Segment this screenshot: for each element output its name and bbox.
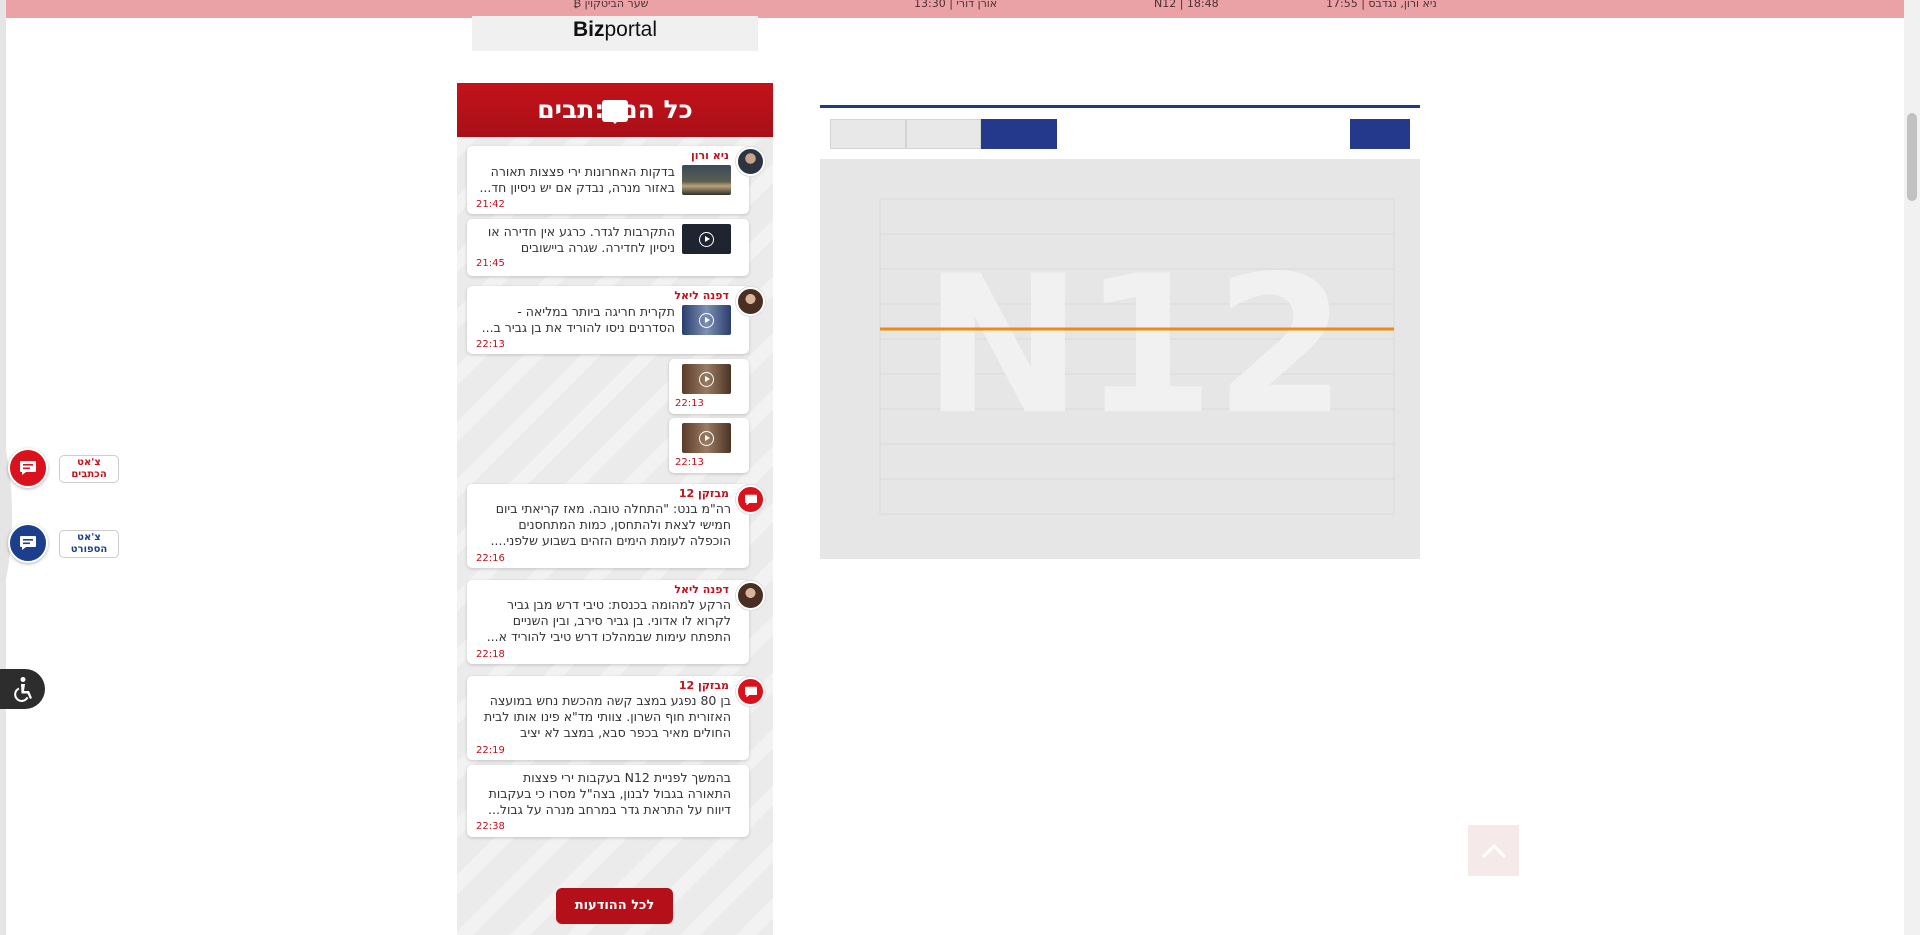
- chart-area: N12: [820, 159, 1420, 559]
- chart-tab[interactable]: [830, 119, 906, 149]
- chat-bubble-icon: [744, 494, 757, 505]
- message-text: הרקע למהומה בכנסת: טיבי דרש מבן גביר לקרו…: [486, 597, 731, 644]
- message-time: 22:13: [675, 398, 704, 409]
- message-time: 22:13: [476, 339, 505, 350]
- scrollbar-thumb[interactable]: [1907, 113, 1917, 201]
- message-time: 22:19: [476, 745, 505, 756]
- sports-chat-launcher[interactable]: צ'אט הספורט: [8, 523, 119, 563]
- ticker-item[interactable]: ניא ורון, נגדבס | 17:55: [1326, 0, 1437, 10]
- video-thumbnail[interactable]: [682, 364, 731, 394]
- message-author[interactable]: דפנה ליאל: [674, 583, 729, 596]
- message-text: בדקות האחרונות ירי פצצות תאורה באזור מנרה…: [479, 164, 675, 195]
- message-time: 22:18: [476, 649, 505, 660]
- chart-tab-active[interactable]: [981, 119, 1057, 149]
- message-time: 22:16: [476, 553, 505, 564]
- reporters-chat-label[interactable]: צ'אט הכתבים: [59, 455, 119, 483]
- accessibility-button[interactable]: [0, 669, 45, 709]
- chat-message[interactable]: 22:13: [669, 359, 749, 414]
- newsflash-avatar[interactable]: [736, 677, 765, 706]
- floating-chat-dock: [0, 415, 12, 615]
- back-to-top-button[interactable]: [1468, 825, 1519, 876]
- message-text: התקרבות לגדר. כרגע אין חדירה או ניסיון לח…: [487, 224, 675, 255]
- play-icon: [699, 371, 714, 387]
- newsflash-avatar[interactable]: [736, 485, 765, 514]
- message-text: בן 80 נפגע במצב קשה מהכשת נחש במועצה האזו…: [484, 693, 731, 740]
- chat-message[interactable]: 22:13: [669, 418, 749, 473]
- chat-message[interactable]: מבזקן 12 רה"מ בנט: "התחלה טובה. מאז קריא…: [467, 484, 749, 568]
- bizportal-logo: Bizportal: [572, 18, 658, 41]
- chat-message[interactable]: דפנה ליאל תקרית חריגה ביותר במליאה - הסדר…: [467, 286, 749, 354]
- chat-message[interactable]: בהמשך לפניית N12 בעקבות ירי פצצות התאורה …: [467, 765, 749, 837]
- bizportal-banner[interactable]: Bizportal: [472, 16, 758, 51]
- chat-message[interactable]: ניא ורון בדקות האחרונות ירי פצצות תאורה ב…: [467, 146, 749, 214]
- chat-message[interactable]: התקרבות לגדר. כרגע אין חדירה או ניסיון לח…: [467, 219, 749, 276]
- chat-message[interactable]: דפנה ליאל הרקע למהומה בכנסת: טיבי דרש מב…: [467, 580, 749, 664]
- ticker-item[interactable]: אורן דורי | 13:30: [914, 0, 997, 10]
- reporter-avatar[interactable]: [736, 287, 765, 316]
- message-author[interactable]: מבזקן 12: [679, 487, 729, 500]
- message-text: בהמשך לפניית N12 בעקבות ירי פצצות התאורה …: [488, 770, 731, 817]
- message-author[interactable]: ניא ורון: [691, 149, 729, 162]
- message-time: 21:45: [476, 258, 505, 269]
- chat-bubble-icon[interactable]: [8, 523, 48, 563]
- message-time: 22:38: [476, 821, 505, 832]
- reporter-avatar[interactable]: [736, 147, 765, 176]
- chart-tab[interactable]: [906, 119, 981, 149]
- message-author[interactable]: דפנה ליאל: [674, 289, 729, 302]
- play-icon: [699, 231, 714, 247]
- ticker-item[interactable]: שער הביטקוין ₿: [573, 0, 648, 10]
- ticker-item[interactable]: N12 | 18:48: [1154, 0, 1219, 10]
- panel-title[interactable]: כל הנ:תבים: [457, 83, 773, 137]
- chart-svg: N12: [879, 198, 1395, 515]
- message-image[interactable]: [682, 165, 731, 195]
- reporters-chat-launcher[interactable]: צ'אט הכתבים: [8, 448, 119, 488]
- reporter-avatar[interactable]: [736, 581, 765, 610]
- accessibility-icon: [13, 677, 32, 702]
- widget-top-border: [820, 105, 1420, 108]
- chevron-up-icon: [1481, 843, 1506, 858]
- video-thumbnail[interactable]: [682, 423, 731, 453]
- play-icon: [699, 312, 714, 328]
- video-thumbnail[interactable]: [682, 305, 731, 335]
- message-time: 22:13: [675, 457, 704, 468]
- page-scrollbar[interactable]: [1904, 0, 1920, 935]
- news-ticker: שער הביטקוין ₿ אורן דורי | 13:30 N12 | 1…: [0, 0, 1920, 18]
- sports-chat-label[interactable]: צ'אט הספורט: [59, 530, 119, 558]
- chat-bubble-icon[interactable]: [8, 448, 48, 488]
- play-icon: [699, 430, 714, 446]
- chat-message[interactable]: מבזקן 12 בן 80 נפגע במצב קשה מהכשת נחש ב…: [467, 676, 749, 760]
- message-text: תקרית חריגה ביותר במליאה - הסדרנים ניסו ל…: [481, 304, 675, 335]
- video-thumbnail[interactable]: [682, 224, 731, 254]
- chat-bubble-icon: [744, 686, 757, 697]
- message-time: 21:42: [476, 199, 505, 210]
- message-author[interactable]: מבזקן 12: [679, 679, 729, 692]
- n12-watermark: N12: [923, 235, 1346, 456]
- message-text: רה"מ בנט: "התחלה טובה. מאז קריאתי ביום חמ…: [490, 501, 731, 548]
- chat-bubble-logo-icon: [602, 100, 629, 124]
- chart-title-tab[interactable]: [1350, 119, 1410, 149]
- all-messages-button[interactable]: לכל ההודעות: [556, 888, 673, 924]
